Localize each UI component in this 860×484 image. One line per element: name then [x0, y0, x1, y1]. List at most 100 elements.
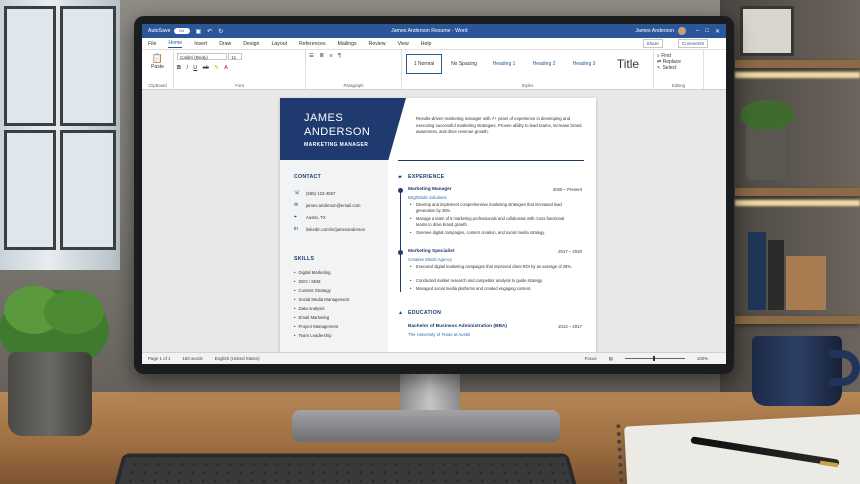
graduation-cap-icon: ▲: [398, 310, 403, 316]
plant-pot: [8, 352, 92, 436]
resume-page[interactable]: JAMES ANDERSON MARKETING MANAGER Results…: [280, 98, 596, 352]
experience-heading: EXPERIENCE: [408, 174, 445, 180]
skill-item: SEO / SEM: [294, 279, 321, 284]
undo-icon[interactable]: ↶: [207, 28, 212, 35]
ribbon: 📋 Paste Clipboard Calibri (Body) 11 B I …: [142, 50, 726, 90]
first-name: JAMES: [304, 112, 344, 124]
underline-button[interactable]: U: [193, 65, 197, 71]
style-heading-2[interactable]: Heading 2: [526, 54, 562, 74]
coffee-mug: [752, 336, 842, 406]
style-heading-1[interactable]: Heading 1: [486, 54, 522, 74]
menu-bar: File Home Insert Draw Design Layout Refe…: [142, 38, 726, 50]
degree: Bachelor of Business Administration (BBA…: [408, 324, 507, 329]
paste-button[interactable]: Paste: [145, 64, 170, 70]
contact-location: ⌖ Austin, TX: [294, 214, 326, 220]
clipboard-group: 📋 Paste Clipboard: [142, 50, 174, 89]
editing-group: ⌕ Find ⇄ Replace ↖ Select Editing: [654, 50, 704, 89]
style-title[interactable]: Title: [606, 54, 650, 74]
menu-view[interactable]: View: [398, 41, 409, 47]
job-bullet: Manage a team of 6 marketing professiona…: [410, 216, 576, 227]
page-count[interactable]: Page 1 of 1: [148, 356, 170, 361]
minimize-icon[interactable]: –: [696, 28, 699, 34]
italic-button[interactable]: I: [186, 65, 188, 71]
education-heading: EDUCATION: [408, 310, 442, 316]
job-bullet: Oversee digital campaigns, content creat…: [410, 230, 576, 236]
menu-review[interactable]: Review: [369, 41, 386, 47]
pilcrow-icon[interactable]: ¶: [338, 53, 341, 59]
document-title: James Anderson Resume - Word: [391, 28, 468, 34]
menu-layout[interactable]: Layout: [271, 41, 287, 47]
menu-help[interactable]: Help: [421, 41, 432, 47]
phone-icon: ☏: [294, 190, 301, 196]
focus-button[interactable]: Focus: [585, 356, 597, 361]
location-icon: ⌖: [294, 214, 297, 220]
school: The University of Texas at Austin: [408, 332, 471, 337]
strikethrough-button[interactable]: ab: [203, 65, 209, 71]
menu-file[interactable]: File: [148, 41, 156, 47]
paragraph-group: ☰ ≣ ≡ ¶ Paragraph: [306, 50, 402, 89]
linkedin-icon: in: [294, 226, 298, 232]
job-company: Creative Minds Agency: [408, 257, 452, 262]
language[interactable]: English (United States): [215, 356, 260, 361]
contact-email: ✉ james.anderson@email.com: [294, 202, 361, 208]
document-canvas[interactable]: JAMES ANDERSON MARKETING MANAGER Results…: [142, 90, 726, 352]
print-layout-icon[interactable]: ▤: [609, 356, 613, 362]
font-size-select[interactable]: 11: [228, 53, 243, 60]
menu-draw[interactable]: Draw: [219, 41, 231, 47]
share-button[interactable]: Share: [642, 39, 663, 48]
numbering-icon[interactable]: ≣: [319, 53, 324, 59]
zoom-level[interactable]: 100%: [697, 356, 708, 361]
word-count[interactable]: 150 words: [182, 356, 202, 361]
job-bullet: Develop and implement comprehensive mark…: [410, 202, 576, 213]
text-highlight-icon[interactable]: ✎: [214, 65, 219, 71]
title-bar: AutoSave On ▣ ↶ ↻ James Anderson Resume …: [142, 24, 726, 38]
menu-references[interactable]: References: [299, 41, 326, 47]
mail-icon: ✉: [294, 202, 299, 208]
job-date: 2017 – 2020: [558, 249, 582, 254]
skill-item: Data Analysis: [294, 306, 325, 311]
zoom-slider[interactable]: [624, 356, 685, 361]
comments-button[interactable]: Comments: [677, 39, 708, 48]
select-button[interactable]: ↖ Select: [657, 65, 700, 71]
skills-heading: SKILLS: [294, 256, 315, 262]
job-bullet: Executed digital marketing campaigns tha…: [410, 264, 576, 270]
autosave-toggle[interactable]: On: [173, 28, 190, 34]
skill-item: Team Leadership: [294, 333, 332, 338]
job-date: 2020 – Present: [552, 187, 582, 192]
close-icon[interactable]: ✕: [715, 28, 720, 35]
menu-insert[interactable]: Insert: [194, 41, 207, 47]
paste-icon[interactable]: 📋: [145, 53, 170, 64]
style-no-spacing[interactable]: No Spacing: [446, 54, 482, 74]
font-color-icon[interactable]: A: [224, 65, 228, 71]
bold-button[interactable]: B: [177, 65, 181, 71]
menu-mailings[interactable]: Mailings: [338, 41, 357, 47]
last-name: ANDERSON: [304, 126, 371, 138]
office-window: [0, 0, 120, 270]
skill-item: Digital Marketing: [294, 270, 331, 275]
office-scene: AutoSave On ▣ ↶ ↻ James Anderson Resume …: [0, 0, 860, 484]
status-bar: Page 1 of 1 150 words English (United St…: [142, 352, 726, 364]
align-left-icon[interactable]: ≡: [329, 53, 332, 59]
maximize-icon[interactable]: □: [705, 28, 709, 34]
menu-design[interactable]: Design: [243, 41, 259, 47]
job-title: Marketing Manager: [408, 187, 452, 192]
save-icon[interactable]: ▣: [196, 28, 202, 35]
style-heading-3[interactable]: Heading 3: [566, 54, 602, 74]
bullets-icon[interactable]: ☰: [309, 53, 314, 59]
skill-item: Email Marketing: [294, 315, 330, 320]
contact-linkedin: in linkedin.com/in/jamesanderson: [294, 226, 365, 232]
skill-item: Content Strategy: [294, 288, 331, 293]
skill-item: Project Management: [294, 324, 339, 329]
menu-home[interactable]: Home: [168, 40, 183, 48]
font-name-select[interactable]: Calibri (Body): [177, 53, 227, 60]
styles-group: 1 Normal No Spacing Heading 1 Heading 2 …: [402, 50, 654, 89]
autosave-label: AutoSave: [148, 28, 171, 34]
contact-heading: CONTACT: [294, 174, 322, 180]
word-window: AutoSave On ▣ ↶ ↻ James Anderson Resume …: [142, 24, 726, 364]
job-role: MARKETING MANAGER: [304, 142, 369, 148]
job-company: BrightSide Solutions: [408, 195, 447, 200]
job-bullet: Conducted market research and competitor…: [410, 278, 576, 284]
style-normal[interactable]: 1 Normal: [406, 54, 442, 74]
font-group: Calibri (Body) 11 B I U ab ✎ A Font: [174, 50, 306, 89]
avatar[interactable]: [678, 27, 686, 35]
